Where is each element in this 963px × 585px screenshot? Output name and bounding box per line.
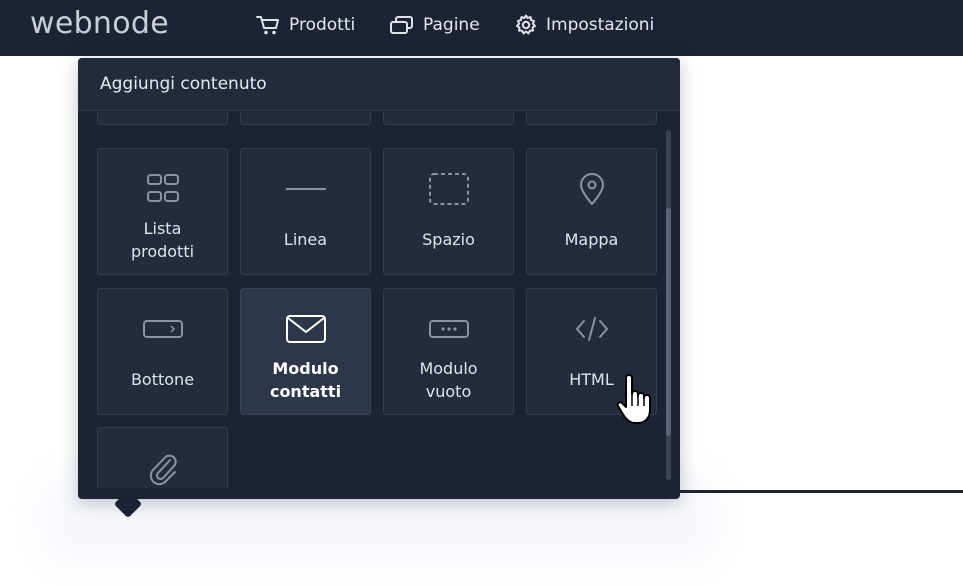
tile-partial[interactable] <box>240 112 371 125</box>
tile-modulo-vuoto[interactable]: Modulo vuoto <box>383 288 514 415</box>
nav-item-prodotti[interactable]: Prodotti <box>255 0 355 50</box>
tile-allegato[interactable] <box>97 427 228 488</box>
empty-form-icon <box>428 320 469 338</box>
hand-pointer-cursor-icon <box>615 374 657 430</box>
add-content-panel: Aggiungi contenuto Lista prodotti Linea … <box>78 58 680 499</box>
envelope-icon <box>285 315 326 343</box>
panel-title: Aggiungi contenuto <box>78 58 680 111</box>
pages-icon <box>390 16 413 34</box>
tile-bottone[interactable]: Bottone <box>97 288 228 415</box>
nav-item-label: Prodotti <box>289 15 356 35</box>
tile-label: Linea <box>283 230 328 249</box>
tile-grid: Lista prodotti Linea Spazio Mappa Botton… <box>78 112 668 488</box>
line-icon <box>285 188 326 190</box>
tile-modulo-contatti[interactable]: Modulo contatti <box>240 288 371 415</box>
paperclip-icon <box>149 454 177 486</box>
tile-partial[interactable] <box>526 112 657 125</box>
code-icon <box>575 317 608 341</box>
top-navigation-bar: webnode Prodotti Pagine Impostazioni <box>0 0 963 56</box>
tile-mappa[interactable]: Mappa <box>526 148 657 275</box>
product-list-icon <box>146 174 179 202</box>
nav-item-label: Impostazioni <box>546 15 655 35</box>
tile-label: Spazio <box>422 230 475 249</box>
tile-label: Modulo contatti <box>269 358 342 401</box>
nav-item-pagine[interactable]: Pagine <box>389 0 480 50</box>
nav-item-label: Pagine <box>423 15 480 35</box>
webnode-logo[interactable]: webnode <box>30 6 169 41</box>
tile-linea[interactable]: Linea <box>240 148 371 275</box>
map-pin-icon <box>579 173 604 205</box>
tile-spazio[interactable]: Spazio <box>383 148 514 275</box>
tile-label: HTML <box>569 370 614 389</box>
gear-icon <box>516 14 536 35</box>
cart-icon <box>256 16 279 35</box>
tile-label: Bottone <box>130 370 195 389</box>
tile-label: Modulo vuoto <box>419 358 478 401</box>
tile-label: Mappa <box>564 230 619 249</box>
tile-label: Lista prodotti <box>130 218 195 261</box>
page-divider-line <box>680 490 963 493</box>
tile-partial[interactable] <box>97 112 228 125</box>
panel-scrollbar[interactable] <box>666 130 671 480</box>
button-icon <box>142 320 183 338</box>
tile-lista-prodotti[interactable]: Lista prodotti <box>97 148 228 275</box>
tile-partial[interactable] <box>383 112 514 125</box>
space-icon <box>428 173 469 205</box>
nav-item-impostazioni[interactable]: Impostazioni <box>514 0 654 50</box>
scrollbar-thumb[interactable] <box>666 208 671 436</box>
